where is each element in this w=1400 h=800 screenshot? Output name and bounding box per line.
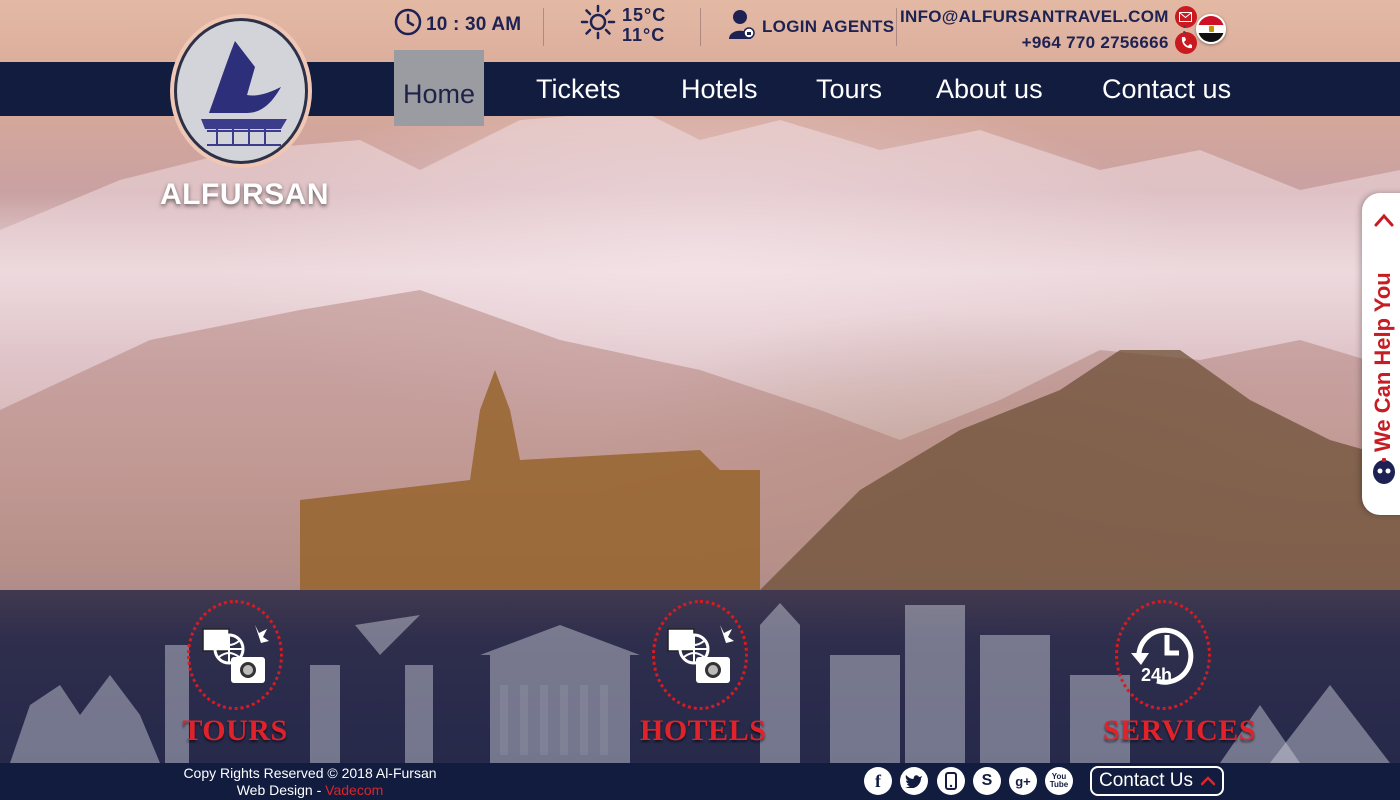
egypt-flag-icon[interactable] — [1196, 14, 1226, 44]
phone-link[interactable]: +964 770 2756666 — [1022, 33, 1169, 53]
time-text: 10 : 30 AM — [426, 13, 522, 35]
nav-home[interactable]: Home — [394, 50, 484, 126]
help-tab-label: We Can Help You — [1370, 272, 1395, 452]
nav-about-us[interactable]: About us — [936, 62, 1043, 116]
google-plus-glyph: g+ — [1015, 773, 1031, 789]
login-agents-link[interactable]: LOGIN AGENTS — [728, 8, 894, 45]
web-design-prefix: Web Design - — [236, 782, 326, 798]
24h-service-icon: 24h — [1115, 600, 1211, 710]
divider — [896, 8, 897, 46]
contact-us-label: Contact Us — [1099, 770, 1193, 791]
copyright-block: Copy Rights Reserved © 2018 Al-Fursan We… — [178, 765, 442, 799]
agent-user-icon — [728, 8, 756, 45]
divider — [543, 8, 544, 46]
email-link[interactable]: INFO@ALFURSANTRAVEL.COM — [900, 7, 1169, 27]
camera-globe-icon — [187, 600, 283, 710]
youtube-icon[interactable]: You Tube — [1045, 767, 1073, 795]
temperature-low: 11°C — [622, 24, 666, 45]
skype-icon[interactable]: S — [973, 767, 1001, 795]
sun-icon — [580, 4, 616, 45]
chevron-up-icon — [1374, 213, 1394, 232]
24h-badge: 24h — [1141, 665, 1172, 685]
nav-tickets[interactable]: Tickets — [536, 62, 621, 116]
divider — [700, 8, 701, 46]
temperature-high: 15°C — [622, 4, 667, 25]
facebook-icon[interactable]: f — [864, 767, 892, 795]
nav-hotels[interactable]: Hotels — [681, 62, 758, 116]
weather-widget: 15°C 11°C — [580, 4, 666, 45]
contact-info: INFO@ALFURSANTRAVEL.COM +964 770 2756666 — [900, 4, 1197, 56]
chevron-up-icon — [1200, 770, 1216, 792]
google-plus-icon[interactable]: g+ — [1009, 767, 1037, 795]
site-footer: Copy Rights Reserved © 2018 Al-Fursan We… — [0, 763, 1400, 800]
language-separator: : — [1182, 20, 1187, 36]
facebook-glyph: f — [875, 770, 881, 791]
feature-services-label: SERVICES — [1103, 714, 1257, 747]
chat-bot-icon — [1372, 457, 1396, 490]
copyright-text: Copy Rights Reserved © 2018 Al-Fursan — [183, 765, 437, 781]
feature-tours-label: TOURS — [182, 714, 288, 747]
skype-glyph: S — [981, 772, 993, 789]
login-agents-label: LOGIN AGENTS — [762, 16, 895, 36]
site-logo[interactable] — [160, 12, 325, 182]
designer-link[interactable]: Vadecom — [325, 782, 383, 798]
feature-hotels-label: HOTELS — [640, 714, 767, 747]
logo-wordmark: ALFURSAN — [160, 178, 329, 211]
logo-emblem — [174, 18, 308, 164]
contact-us-button[interactable]: Contact Us — [1090, 766, 1224, 796]
feature-services[interactable]: 24h SERVICES — [1103, 600, 1257, 748]
mobile-icon[interactable] — [937, 767, 965, 795]
current-time: 10 : 30 AM — [394, 8, 521, 41]
youtube-glyph: You Tube — [1049, 772, 1069, 789]
feature-tours[interactable]: TOURS — [175, 600, 295, 748]
nav-tours[interactable]: Tours — [816, 62, 882, 116]
feature-hotels[interactable]: HOTELS — [640, 600, 767, 748]
clock-icon — [394, 8, 422, 41]
camera-globe-icon — [652, 600, 748, 710]
twitter-icon[interactable] — [900, 767, 928, 795]
nav-contact-us[interactable]: Contact us — [1102, 62, 1231, 116]
